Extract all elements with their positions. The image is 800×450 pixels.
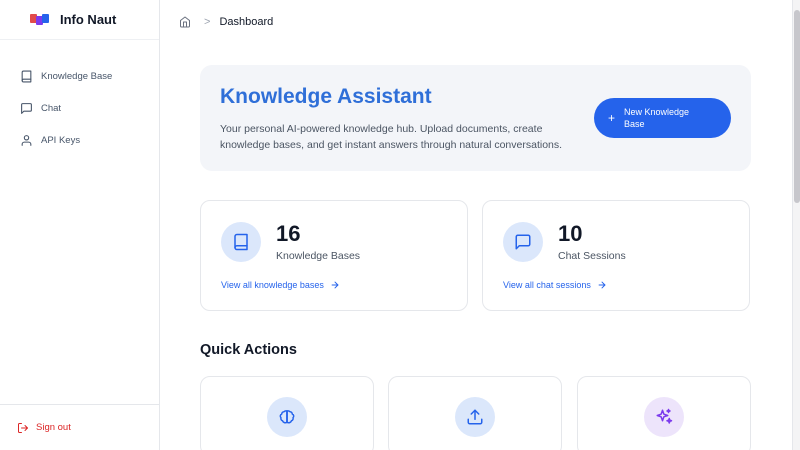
quick-action-icon (644, 397, 684, 437)
stat-label: Chat Sessions (558, 250, 626, 262)
new-knowledge-base-button[interactable]: + New Knowledge Base (594, 98, 731, 138)
hero-description: Your personal AI-powered knowledge hub. … (220, 123, 563, 151)
breadcrumb-current: Dashboard (219, 16, 274, 28)
quick-actions-heading: Quick Actions (200, 342, 297, 358)
home-icon[interactable] (179, 16, 191, 28)
sidebar-item-api-keys[interactable]: API Keys (0, 124, 159, 156)
view-all-knowledge-bases-link[interactable]: View all knowledge bases (221, 280, 340, 290)
new-knowledge-base-label: New Knowledge Base (624, 107, 690, 129)
logo-icon (30, 13, 50, 26)
app-name: Info Naut (60, 12, 117, 27)
quick-action-card-brain[interactable] (200, 376, 374, 450)
stat-link-label: View all knowledge bases (221, 280, 324, 290)
stat-value: 10 (558, 221, 583, 246)
message-icon (515, 234, 531, 250)
sidebar: Info Naut Knowledge Base Chat API Keys S… (0, 0, 160, 450)
hero-banner: Knowledge Assistant Your personal AI-pow… (200, 65, 751, 171)
quick-action-icon (455, 397, 495, 437)
sidebar-item-label: Knowledge Base (41, 70, 113, 82)
brand[interactable]: Info Naut (0, 0, 159, 40)
sign-out-button[interactable]: Sign out (0, 404, 159, 450)
stat-card-chat-sessions: 10 Chat Sessions View all chat sessions (482, 200, 750, 311)
page-title: Knowledge Assistant (220, 85, 432, 108)
sidebar-item-chat[interactable]: Chat (0, 92, 159, 124)
stat-value: 16 (276, 221, 301, 246)
sidebar-item-label: Chat (41, 102, 62, 114)
arrow-right-icon (331, 281, 339, 289)
view-all-chat-sessions-link[interactable]: View all chat sessions (503, 280, 607, 290)
quick-action-card-sparkles[interactable] (577, 376, 751, 450)
stat-icon (503, 222, 543, 262)
stat-icon (221, 222, 261, 262)
plus-icon: + (608, 111, 616, 125)
vertical-scrollbar[interactable] (792, 0, 800, 450)
brain-icon (279, 410, 295, 424)
breadcrumb: > Dashboard (160, 0, 792, 44)
sidebar-nav: Knowledge Base Chat API Keys (0, 40, 159, 156)
sparkles-icon (656, 408, 673, 424)
quick-action-icon (267, 397, 307, 437)
log-out-icon (18, 422, 28, 433)
breadcrumb-separator: > (204, 16, 211, 28)
sidebar-item-label: API Keys (41, 134, 81, 146)
stat-card-knowledge-bases: 16 Knowledge Bases View all knowledge ba… (200, 200, 468, 311)
stat-link-label: View all chat sessions (503, 280, 591, 290)
quick-action-card-upload[interactable] (388, 376, 562, 450)
book-icon (234, 233, 248, 251)
sign-out-label: Sign out (36, 422, 71, 433)
upload-icon (467, 409, 483, 425)
book-icon (21, 70, 32, 82)
sidebar-item-knowledge-base[interactable]: Knowledge Base (0, 60, 159, 92)
scrollbar-thumb[interactable] (794, 10, 800, 203)
stat-label: Knowledge Bases (276, 250, 361, 262)
user-icon (21, 134, 32, 146)
message-icon (21, 102, 32, 114)
arrow-right-icon (598, 281, 606, 289)
